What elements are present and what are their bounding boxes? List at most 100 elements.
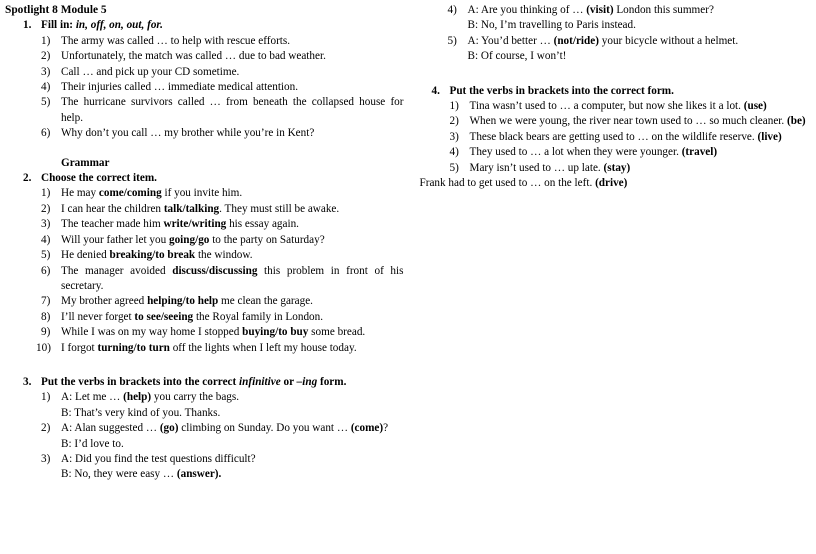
dialogue-b-bold: (answer). [176, 468, 222, 481]
item-number: 5) [447, 34, 457, 47]
item-text-post: his essay again. [226, 218, 299, 231]
dialogue-b-pre: B: No, they were easy … [61, 468, 177, 481]
item-text-bold: write/writing [163, 218, 227, 231]
item-number: 2) [449, 115, 459, 128]
grammar-subheading: Grammar [61, 156, 110, 169]
item-text: Unfortunately, the match was called … du… [61, 50, 326, 63]
exercise-4-number: 4. [431, 84, 440, 97]
item-text: Tina wasn’t used to … a computer, but no… [470, 99, 815, 114]
exercise-3-heading-mid: or [283, 375, 294, 388]
list-item: 1) A: Let me … (help) you carry the bags… [41, 390, 404, 421]
item-text-post: the Royal family in London. [193, 310, 324, 323]
list-item: 9) While I was on my way home I stopped … [41, 325, 404, 340]
item-text: Call … and pick up your CD sometime. [61, 65, 240, 78]
dialogue-a-post: London this summer? [613, 4, 714, 16]
item-number: 8) [41, 310, 51, 323]
item-text: The teacher made him write/writing his e… [61, 217, 404, 232]
item-text-pre: He denied [61, 249, 110, 262]
dialogue-a-pre: A: Alan suggested … [61, 422, 160, 435]
list-item: 3) These black bears are getting used to… [450, 130, 815, 145]
item-number: 3) [41, 218, 51, 231]
item-text-pre: I forgot [61, 341, 98, 354]
left-column: Spotlight 8 Module 5 1. Fill in: in, off… [3, 3, 409, 554]
list-item: 5) He denied breaking/to break the windo… [41, 248, 404, 263]
item-text: When we were young, the river near town … [470, 114, 815, 129]
item-text-bold: discuss/discussing [172, 264, 258, 277]
dialogue-line-b: B: No, they were easy … (answer). [61, 467, 404, 482]
item-number: 7) [41, 295, 51, 308]
item-text-bold: going/go [168, 233, 210, 246]
item-number: 5) [41, 249, 51, 262]
item-number: 3) [41, 65, 51, 78]
item-text-post: me clean the garage. [218, 295, 313, 308]
item-number: 3) [449, 130, 459, 143]
item-text-pre: They used to … a lot when they were youn… [469, 146, 682, 159]
item-number: 3) [41, 452, 51, 465]
item-text: He may come/coming if you invite him. [61, 186, 404, 201]
item-text-post: some bread. [308, 326, 366, 339]
exercise-3-heading-italic-1: infinitive [239, 375, 281, 388]
item-text: A: You’d better … (not/ride) your bicycl… [468, 34, 815, 65]
exercise-2-heading-text: Choose the correct item. [41, 172, 157, 185]
dialogue-line-a: A: Alan suggested … (go) climbing on Sun… [61, 421, 404, 436]
dialogue-line-a: A: Are you thinking of … (visit) London … [468, 3, 815, 18]
item-text-pre: I’ll never forget [61, 310, 135, 323]
item-text: They used to … a lot when they were youn… [470, 145, 815, 160]
item-text: I can hear the children talk/talking. Th… [61, 202, 404, 217]
dialogue-a-post: you carry the bags. [151, 391, 240, 404]
exercise-1-heading-text: Fill in: in, off, on, out, for. [41, 18, 404, 33]
exercise-3-heading: 3. Put the verbs in brackets into the co… [23, 375, 404, 390]
item-text: A: Alan suggested … (go) climbing on Sun… [61, 421, 404, 452]
item-text-bold: talk/talking [163, 202, 220, 215]
item-text-bold: helping/to help [147, 295, 219, 308]
page-title: Spotlight 8 Module 5 [5, 4, 107, 16]
list-item: 2) A: Alan suggested … (go) climbing on … [41, 421, 404, 452]
item-text-post: the window. [195, 249, 253, 262]
item-text: I’ll never forget to see/seeing the Roya… [61, 310, 404, 325]
list-item: 2) When we were young, the river near to… [450, 114, 815, 129]
item-number: 2) [41, 422, 51, 435]
item-number: 1) [41, 187, 51, 200]
item-number: 6) [41, 127, 51, 140]
list-item: 4) A: Are you thinking of … (visit) Lond… [448, 3, 815, 34]
list-item: 3) A: Did you find the test questions di… [41, 452, 404, 483]
list-item: 3) The teacher made him write/writing hi… [41, 217, 404, 232]
item-text: My brother agreed helping/to help me cle… [61, 294, 404, 309]
dialogue-a-mid: climbing on Sunday. Do you want … [178, 422, 351, 435]
list-item: 7) My brother agreed helping/to help me … [41, 294, 404, 309]
dialogue-a-post: your bicycle without a helmet. [598, 34, 739, 47]
item-text-post: off the lights when I left my house toda… [169, 341, 357, 354]
item-text-pre: While I was on my way home I stopped [61, 326, 243, 339]
item-text-pre: When we were young, the river near town … [469, 115, 787, 128]
item-text-pre: Will your father let you [61, 233, 169, 246]
exercise-3-heading-italic-2: –ing [296, 375, 318, 388]
dialogue-a-pre: A: Are you thinking of … [467, 4, 587, 16]
exercise-4-heading-text: Put the verbs in brackets into the corre… [449, 84, 674, 97]
item-text: The hurricane survivors called … from be… [61, 96, 404, 124]
right-column: 4) A: Are you thinking of … (visit) Lond… [409, 3, 815, 554]
item-number: 2) [41, 202, 51, 215]
list-item: 4) Their injuries called … immediate med… [41, 80, 404, 95]
item-text-bold: to see/seeing [134, 310, 194, 323]
dialogue-line-b: B: I’d love to. [61, 437, 124, 450]
trailing-sentence-bold: (drive) [595, 177, 628, 190]
item-number: 1) [449, 100, 459, 113]
item-text-bold: (stay) [603, 161, 631, 174]
dialogue-a-bold: (visit) [586, 4, 614, 16]
item-text: Their injuries called … immediate medica… [61, 81, 299, 94]
item-number: 9) [41, 326, 51, 339]
list-item: 3) Call … and pick up your CD sometime. [41, 65, 404, 80]
exercise-3-number: 3. [23, 375, 32, 388]
dialogue-a-bold-2: (come) [350, 422, 384, 435]
dialogue-a-bold: (go) [159, 422, 179, 435]
item-number: 5) [41, 96, 51, 109]
list-item: 2) I can hear the children talk/talking.… [41, 202, 404, 217]
exercise-3-heading-text: Put the verbs in brackets into the corre… [41, 375, 404, 390]
exercise-1-heading-italic: in, off, on, out, for. [75, 19, 163, 32]
list-item: 1) The army was called … to help with re… [41, 34, 404, 49]
item-text-bold: come/coming [98, 187, 162, 200]
dialogue-a-bold: (help) [123, 391, 152, 404]
dialogue-line-a: A: Let me … (help) you carry the bags. [61, 390, 404, 405]
dialogue-line-b: B: Of course, I won’t! [467, 50, 567, 63]
item-number: 1) [41, 34, 51, 47]
